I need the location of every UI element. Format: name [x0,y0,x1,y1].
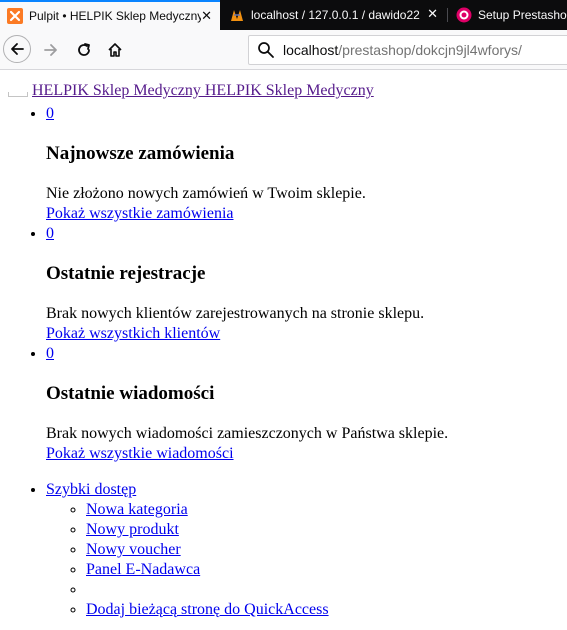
orders-message: Nie złożono nowych zamówień w Twoim skle… [46,185,366,202]
new-product-link[interactable]: Nowy produkt [86,521,179,538]
url-host: localhost [283,42,339,58]
quick-access-item: Nowa kategoria [86,500,567,520]
shop-logo-image [8,92,28,97]
tab-phpmyadmin[interactable]: localhost / 127.0.0.1 / dawido22 ✕ [222,0,446,30]
show-all-customers-link[interactable]: Pokaż wszystkich klientów [46,325,220,342]
quick-access-menu: Szybki dostęp Nowa kategoria Nowy produk… [46,480,567,620]
prestashop-icon [456,7,472,23]
home-icon [108,43,122,57]
arrow-right-icon [44,44,57,56]
forward-button[interactable] [36,35,66,65]
close-tab-icon[interactable]: ✕ [427,7,438,21]
quick-access-link[interactable]: Szybki dostęp [46,481,136,498]
phpmyadmin-icon [229,7,245,23]
dashboard-notification-list: 0 Najnowsze zamówienia Nie złożono nowyc… [0,104,567,620]
arrow-left-icon [11,43,24,55]
xampp-icon [7,8,23,24]
navigation-toolbar: localhost/prestashop/dokcjn9jl4wforys/ [0,30,567,70]
orders-heading: Najnowsze zamówienia [46,143,235,164]
customers-heading: Ostatnie rejestracje [46,263,206,284]
tab-title: Setup Prestashop [478,8,567,22]
messages-message: Brak nowych wiadomości zamieszczonych w … [46,425,449,442]
messages-notification: 0 Ostatnie wiadomości Brak nowych wiadom… [46,344,567,464]
quick-access-list: Nowa kategoria Nowy produkt Nowy voucher… [46,500,567,620]
show-all-orders-link[interactable]: Pokaż wszystkie zamówienia [46,205,234,222]
messages-count-link[interactable]: 0 [46,345,54,362]
search-icon [258,42,274,58]
close-tab-icon[interactable]: ✕ [201,9,212,23]
home-button[interactable] [100,35,130,65]
reload-button[interactable] [69,35,99,65]
tab-title: Pulpit • HELPIK Sklep Medyczny [29,9,201,23]
quick-access-item-empty [86,580,567,600]
orders-count-link[interactable]: 0 [46,105,54,122]
quick-access-item: Nowy produkt [86,520,567,540]
customers-count-link[interactable]: 0 [46,225,54,242]
address-bar[interactable]: localhost/prestashop/dokcjn9jl4wforys/ [248,35,567,65]
tab-title: localhost / 127.0.0.1 / dawido22 [251,8,420,22]
e-nadawca-panel-link[interactable]: Panel E-Nadawca [86,561,200,578]
url-path: /prestashop/dokcjn9jl4wforys/ [338,42,522,58]
show-all-messages-link[interactable]: Pokaż wszystkie wiadomości [46,445,234,462]
messages-heading: Ostatnie wiadomości [46,383,215,404]
new-voucher-link[interactable]: Nowy voucher [86,541,181,558]
add-to-quickaccess-link[interactable]: Dodaj bieżącą stronę do QuickAccess [86,601,329,618]
shop-header: HELPIK Sklep Medyczny HELPIK Sklep Medyc… [8,82,374,100]
quick-access-item: Dodaj bieżącą stronę do QuickAccess [86,600,567,620]
reload-icon [78,43,90,56]
new-category-link[interactable]: Nowa kategoria [86,501,188,518]
quick-access-item: Nowy voucher [86,540,567,560]
customers-notification: 0 Ostatnie rejestracje Brak nowych klien… [46,224,567,344]
orders-notification: 0 Najnowsze zamówienia Nie złożono nowyc… [46,104,567,224]
shop-name-link[interactable]: HELPIK Sklep Medyczny HELPIK Sklep Medyc… [32,82,374,99]
tab-pulpit[interactable]: Pulpit • HELPIK Sklep Medyczny ✕ [0,0,220,30]
tab-setup-prestashop[interactable]: Setup Prestashop [449,0,567,30]
back-button[interactable] [3,35,31,63]
tab-separator [447,8,448,22]
quick-access-item: Panel E-Nadawca [86,560,567,580]
customers-message: Brak nowych klientów zarejestrowanych na… [46,305,425,322]
tab-bar: Pulpit • HELPIK Sklep Medyczny ✕ localho… [0,0,567,30]
